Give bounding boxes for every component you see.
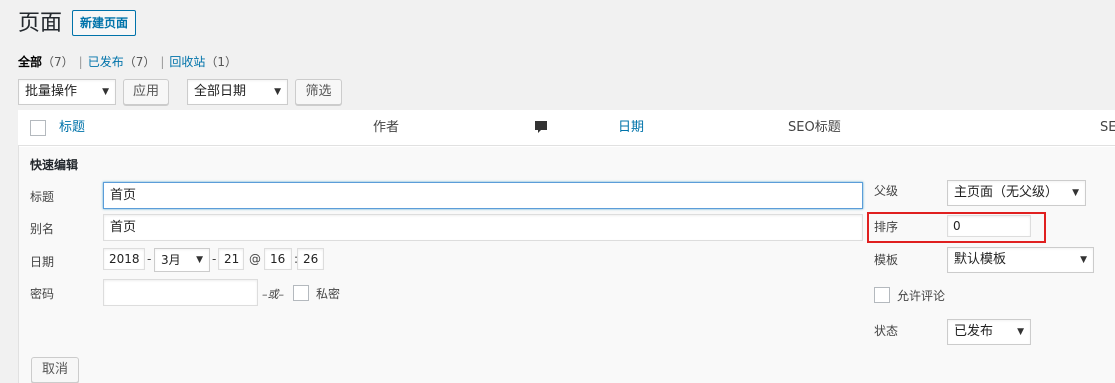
column-seo-desc: SE <box>1100 120 1115 135</box>
chevron-down-icon: ▼ <box>274 87 281 97</box>
template-value: 默认模板 <box>954 252 1007 267</box>
year-input[interactable]: 2018 <box>103 248 145 270</box>
date-dash: - <box>212 252 217 266</box>
allow-comments-checkbox[interactable] <box>874 287 890 303</box>
column-author: 作者 <box>373 120 400 135</box>
add-new-page-button[interactable]: 新建页面 <box>72 10 137 36</box>
filter-all-count: （7） <box>42 55 74 69</box>
private-checkbox[interactable] <box>293 285 309 301</box>
order-input[interactable]: 0 <box>947 215 1031 237</box>
chevron-down-icon: ▼ <box>1017 327 1024 337</box>
page-title: 页面 <box>18 11 63 36</box>
chevron-down-icon: ▼ <box>196 255 203 265</box>
month-value: 3月 <box>161 253 181 267</box>
password-label: 密码 <box>30 287 55 301</box>
status-select[interactable]: 已发布 ▼ <box>947 319 1031 345</box>
date-dash: - <box>147 252 152 266</box>
bulk-actions-select[interactable]: 批量操作 ▼ <box>18 79 116 105</box>
filter-trash[interactable]: 回收站 <box>169 55 205 69</box>
quick-edit-heading: 快速编辑 <box>30 158 79 172</box>
status-filters: 全部（7） | 已发布（7） | 回收站（1） <box>18 53 237 71</box>
bulk-actions-value: 批量操作 <box>25 84 78 99</box>
table-header <box>18 110 1115 146</box>
filter-button[interactable]: 筛选 <box>295 79 342 105</box>
day-input[interactable]: 21 <box>218 248 244 270</box>
chevron-down-icon: ▼ <box>1080 255 1087 265</box>
filter-trash-count: （1） <box>205 55 238 69</box>
password-input[interactable] <box>103 279 258 306</box>
allow-comments-label: 允许评论 <box>897 289 946 303</box>
parent-value: 主页面（无父级） <box>954 185 1059 200</box>
date-label: 日期 <box>30 255 55 269</box>
filter-published[interactable]: 已发布 <box>88 55 124 69</box>
chevron-down-icon: ▼ <box>102 87 109 97</box>
apply-button[interactable]: 应用 <box>123 79 169 105</box>
minute-input[interactable]: 26 <box>297 248 324 270</box>
month-select[interactable]: 3月 ▼ <box>154 248 210 272</box>
date-filter-select[interactable]: 全部日期 ▼ <box>187 79 288 105</box>
column-seo-title: SEO标题 <box>788 120 841 135</box>
slug-label: 别名 <box>30 222 55 236</box>
date-filter-value: 全部日期 <box>194 84 247 99</box>
parent-label: 父级 <box>874 184 899 198</box>
slug-input[interactable]: 首页 <box>103 214 863 241</box>
template-select[interactable]: 默认模板 ▼ <box>947 247 1094 273</box>
chevron-down-icon: ▼ <box>1072 188 1079 198</box>
private-label: 私密 <box>316 287 341 301</box>
status-label: 状态 <box>874 324 899 338</box>
title-label: 标题 <box>30 190 55 204</box>
column-date[interactable]: 日期 <box>618 120 644 136</box>
status-value: 已发布 <box>954 324 994 339</box>
parent-select[interactable]: 主页面（无父级） ▼ <box>947 180 1086 206</box>
filter-separator: | <box>160 55 165 69</box>
or-text: –或– <box>262 288 284 301</box>
at-symbol: @ <box>249 252 261 266</box>
template-label: 模板 <box>874 253 899 267</box>
filter-published-count: （7） <box>123 55 156 69</box>
select-all-checkbox[interactable] <box>30 120 46 136</box>
filter-all[interactable]: 全部 <box>18 55 42 69</box>
title-input[interactable]: 首页 <box>103 182 863 209</box>
hour-input[interactable]: 16 <box>264 248 292 270</box>
column-title[interactable]: 标题 <box>59 120 85 136</box>
comment-bubble-icon[interactable] <box>534 120 548 138</box>
order-label: 排序 <box>874 220 899 234</box>
filter-separator: | <box>78 55 83 69</box>
cancel-button[interactable]: 取消 <box>31 357 79 383</box>
